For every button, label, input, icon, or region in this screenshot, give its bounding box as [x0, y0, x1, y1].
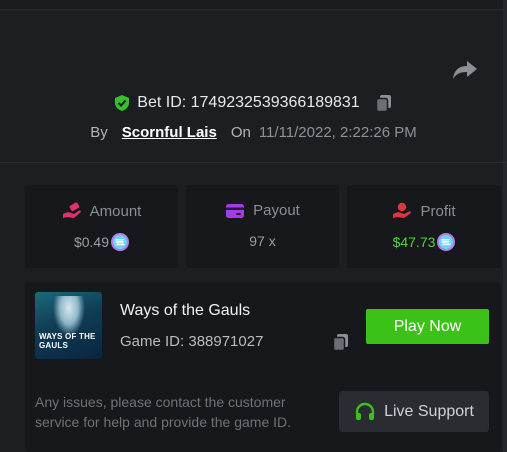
profit-card: Profit $47.73: [347, 185, 501, 268]
on-label: On: [230, 123, 251, 141]
game-title: Ways of the Gauls: [120, 302, 251, 319]
bet-id: Bet ID: 1749232539366189831: [137, 94, 360, 111]
payout-label: Payout: [253, 202, 300, 219]
username-link[interactable]: Scornful Lais: [122, 124, 217, 141]
game-thumbnail[interactable]: WAYS OF THE GAULS: [35, 292, 102, 359]
amount-label: Amount: [89, 202, 142, 220]
game-panel: WAYS OF THE GAULS Ways of the Gauls Game…: [25, 282, 501, 452]
live-support-label: Live Support: [384, 402, 474, 420]
bet-author-row: By Scornful Lais On 11/11/2022, 2:22:26 …: [0, 121, 507, 143]
bet-datetime: 11/11/2022, 2:22:26 PM: [258, 123, 417, 141]
top-strip: [0, 0, 507, 10]
copy-bet-id-icon[interactable]: [374, 93, 394, 113]
live-support-button[interactable]: Live Support: [339, 391, 489, 432]
shield-check-icon: [115, 95, 130, 111]
amount-card: Amount $0.49: [25, 185, 178, 268]
coins-hand-icon: [62, 202, 81, 218]
payout-card: Payout 97 x: [186, 185, 339, 268]
copy-game-id-icon[interactable]: [331, 332, 351, 352]
share-button[interactable]: [452, 58, 478, 82]
money-hand-icon: [393, 202, 412, 218]
game-art: [53, 296, 85, 336]
headset-icon: [355, 402, 375, 420]
amount-value: $0.49: [73, 234, 110, 250]
currency-coin-icon: [437, 233, 456, 251]
game-thumbnail-title: WAYS OF THE GAULS: [39, 332, 96, 350]
share-icon: [453, 61, 477, 79]
currency-coin-icon: [111, 233, 130, 251]
profit-label: Profit: [420, 202, 456, 220]
bet-id-row: Bet ID: 1749232539366189831: [0, 92, 507, 114]
scrollbar[interactable]: [503, 0, 507, 452]
support-notice: Any issues, please contact the customer …: [35, 394, 292, 430]
profit-value: $47.73: [392, 234, 436, 250]
wallet-card-icon: [226, 203, 245, 218]
by-label: By: [90, 123, 108, 141]
divider: [0, 162, 507, 163]
game-id: Game ID: 388971027: [120, 333, 264, 350]
payout-value: 97 x: [249, 233, 276, 249]
play-now-button[interactable]: Play Now: [366, 309, 489, 344]
